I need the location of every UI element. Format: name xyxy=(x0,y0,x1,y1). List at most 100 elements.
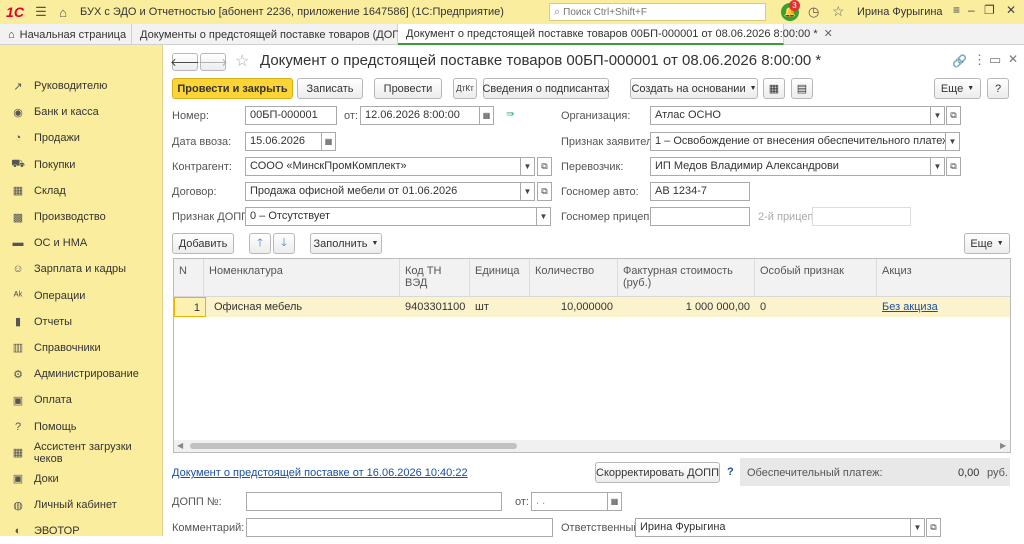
sidebar-item[interactable]: ◔ Продажи xyxy=(0,125,162,151)
signers-button[interactable]: Сведения о подписантах xyxy=(482,78,610,99)
column-header[interactable]: Особый признак xyxy=(755,259,877,297)
excise-link[interactable]: Без акциза xyxy=(877,297,1010,317)
sidebar-item[interactable]: ◐ ЭВОТОР xyxy=(0,518,162,544)
chevron-down-icon[interactable]: ▼ xyxy=(931,106,945,125)
close-tab-icon[interactable]: ✕ xyxy=(824,27,833,40)
chevron-down-icon[interactable]: ▼ xyxy=(537,207,551,226)
move-up-icon[interactable]: 🡑 xyxy=(249,233,271,254)
help-hint-icon[interactable]: ? xyxy=(727,466,734,478)
link-icon[interactable]: 🔗 xyxy=(952,54,967,68)
sidebar-item[interactable]: ◍ Личный кабинет xyxy=(0,492,162,518)
user-name[interactable]: Ирина Фурыгина xyxy=(857,6,943,18)
calendar-icon[interactable]: ▦ xyxy=(608,492,622,511)
close-form-icon[interactable]: ✕ xyxy=(1008,52,1018,66)
table-more-button[interactable]: Еще ▼ xyxy=(964,233,1010,254)
favorites-icon[interactable]: ☆ xyxy=(832,3,845,20)
sidebar-item[interactable]: ▮ Отчеты xyxy=(0,309,162,335)
home-icon[interactable]: ⌂ xyxy=(54,3,72,21)
help-button[interactable]: ? xyxy=(987,78,1009,99)
sidebar-item[interactable]: ? Помощь xyxy=(0,413,162,439)
dopp-date-field[interactable]: . . xyxy=(531,492,608,511)
dopp-number-field[interactable] xyxy=(246,492,502,511)
status-flag-icon[interactable]: ⇛ xyxy=(506,109,514,120)
more-button[interactable]: Еще ▼ xyxy=(934,78,981,99)
sidebar-item[interactable]: ▥ Справочники xyxy=(0,335,162,361)
calendar-icon[interactable]: ▦ xyxy=(480,106,494,125)
contract-field[interactable]: Продажа офисной мебели от 01.06.2026 xyxy=(245,182,521,201)
open-icon[interactable]: ⧉ xyxy=(537,157,552,176)
date-field[interactable]: 12.06.2026 8:00:00 xyxy=(360,106,480,125)
move-down-icon[interactable]: 🡓 xyxy=(273,233,295,254)
column-header[interactable]: Код ТН ВЭД xyxy=(400,259,470,297)
forward-button[interactable]: 🡒 xyxy=(198,53,228,71)
chevron-down-icon[interactable]: ▼ xyxy=(521,157,535,176)
sidebar-item[interactable]: ▦ Склад xyxy=(0,178,162,204)
column-header[interactable]: Номенклатура xyxy=(204,259,400,297)
chevron-down-icon[interactable]: ▼ xyxy=(521,182,535,201)
column-header[interactable]: Акциз xyxy=(877,259,1010,297)
save-button[interactable]: Записать xyxy=(297,78,363,99)
settings-icon[interactable]: ≡ xyxy=(953,3,960,17)
horizontal-scrollbar[interactable]: ◀ ▶ xyxy=(174,440,1010,452)
column-header[interactable]: Фактурная стоимость (руб.) xyxy=(618,259,755,297)
restore-icon[interactable]: ❐ xyxy=(984,3,995,17)
invoice-cost-cell[interactable]: 1 000 000,00 xyxy=(618,297,755,317)
tab-dopp-document[interactable]: Документ о предстоящей поставке товаров … xyxy=(398,24,833,45)
sidebar-item[interactable]: ▩ Производство xyxy=(0,204,162,230)
calendar-icon[interactable]: ▦ xyxy=(322,132,336,151)
trailer-number-field[interactable] xyxy=(650,207,750,226)
correct-dopp-button[interactable]: Скорректировать ДОПП xyxy=(595,462,720,483)
maximize-icon[interactable]: ▭ xyxy=(989,52,1001,68)
column-header[interactable]: Единица xyxy=(470,259,530,297)
open-icon[interactable]: ⧉ xyxy=(926,518,941,537)
tnved-code-cell[interactable]: 9403301100 xyxy=(400,297,470,317)
history-icon[interactable]: ◷ xyxy=(808,4,819,20)
chevron-down-icon[interactable]: ▼ xyxy=(911,518,925,537)
chevron-down-icon[interactable]: ▼ xyxy=(931,157,945,176)
post-and-close-button[interactable]: Провести и закрыть xyxy=(172,78,293,99)
post-button[interactable]: Провести xyxy=(374,78,442,99)
nomenclature-cell[interactable]: Офисная мебель xyxy=(209,297,399,317)
sidebar-item[interactable]: ▦ Ассистент загрузки чеков xyxy=(0,440,162,466)
related-doc-link[interactable]: Документ о предстоящей поставке от 16.06… xyxy=(172,467,468,479)
global-search[interactable]: ⌕ xyxy=(549,3,766,21)
sidebar-item[interactable]: ⚙ Администрирование xyxy=(0,361,162,387)
sidebar-item[interactable]: ▣ Оплата xyxy=(0,387,162,413)
dt-kt-icon[interactable]: ДтКт xyxy=(453,78,477,99)
minimize-icon[interactable]: – xyxy=(968,3,975,17)
declarant-sign-field[interactable]: 1 – Освобождение от внесения обеспечител… xyxy=(650,132,946,151)
column-header[interactable]: N xyxy=(174,259,204,297)
dopp-sign-field[interactable]: 0 – Отсутствует xyxy=(245,207,537,226)
import-date-field[interactable]: 15.06.2026 xyxy=(245,132,322,151)
scroll-left-icon[interactable]: ◀ xyxy=(177,441,183,450)
column-header[interactable]: Количество xyxy=(530,259,618,297)
close-window-icon[interactable]: ✕ xyxy=(1006,3,1016,17)
favorite-star-icon[interactable]: ☆ xyxy=(235,51,249,71)
quantity-cell[interactable]: 10,000000 xyxy=(530,297,618,317)
table-row[interactable]: 1 Офисная мебель 9403301100 шт 10,000000… xyxy=(174,297,1010,317)
carrier-field[interactable]: ИП Медов Владимир Александрови xyxy=(650,157,931,176)
sidebar-item[interactable]: ᴬᵏ Операции xyxy=(0,283,162,309)
chevron-down-icon[interactable]: ▼ xyxy=(946,132,960,151)
number-field[interactable]: 00БП-000001 xyxy=(245,106,337,125)
sidebar-item[interactable]: ▬ ОС и НМА xyxy=(0,230,162,256)
responsible-field[interactable]: Ирина Фурыгина xyxy=(635,518,911,537)
fill-button[interactable]: Заполнить ▼ xyxy=(310,233,382,254)
back-button[interactable]: 🡐 xyxy=(170,53,200,71)
open-icon[interactable]: ⧉ xyxy=(537,182,552,201)
sidebar-item[interactable]: ↗ Руководителю xyxy=(0,73,162,99)
sidebar-item[interactable]: ◉ Банк и касса xyxy=(0,99,162,125)
more-dots-icon[interactable]: ⋮ xyxy=(973,52,986,68)
scrollbar-thumb[interactable] xyxy=(190,443,517,449)
add-row-button[interactable]: Добавить xyxy=(172,233,234,254)
organization-field[interactable]: Атлас ОСНО xyxy=(650,106,931,125)
tab-dopp-list[interactable]: Документы о предстоящей поставке товаров… xyxy=(132,24,412,45)
counterparty-field[interactable]: СООО «МинскПромКомплект» xyxy=(245,157,521,176)
create-based-on-button[interactable]: Создать на основании ▼ xyxy=(630,78,758,99)
car-number-field[interactable]: АВ 1234-7 xyxy=(650,182,750,201)
print-icon[interactable]: ▦ xyxy=(763,78,785,99)
scroll-right-icon[interactable]: ▶ xyxy=(1000,441,1006,450)
unit-cell[interactable]: шт xyxy=(470,297,530,317)
sidebar-item[interactable]: ▣ Доки xyxy=(0,466,162,492)
sidebar-item[interactable]: ☺ Зарплата и кадры xyxy=(0,256,162,282)
